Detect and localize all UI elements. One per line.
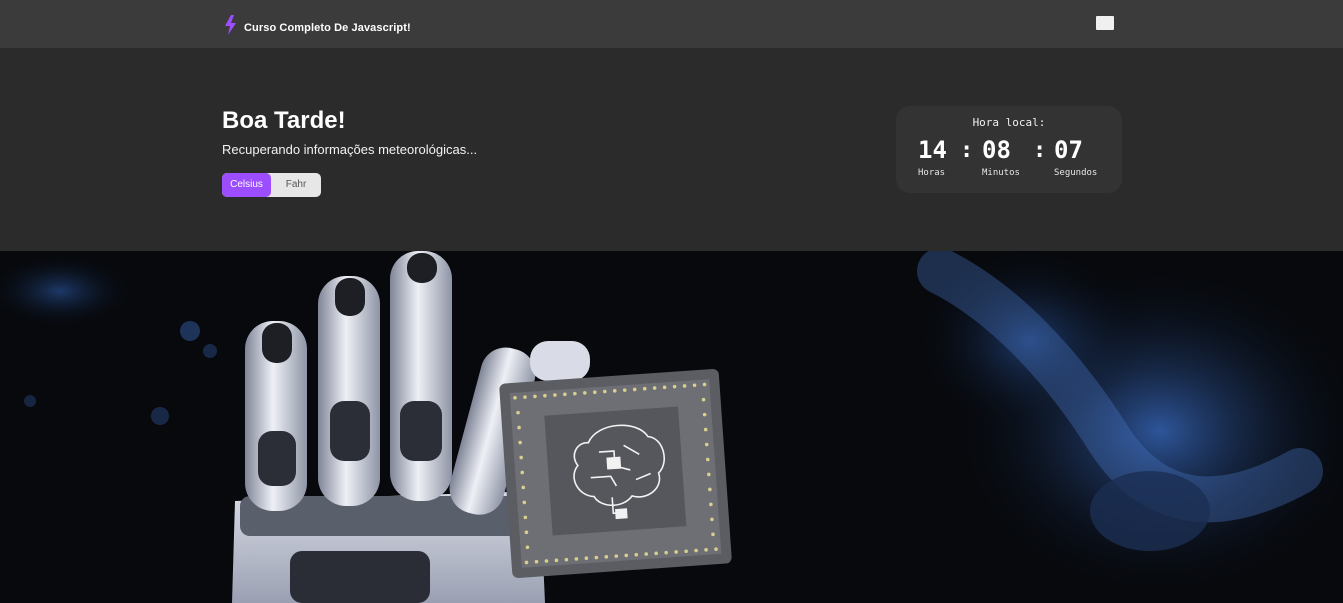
lightning-bolt-icon: [222, 14, 239, 41]
menu-button[interactable]: [1096, 16, 1114, 30]
top-navbar: Curso Completo De Javascript!: [0, 0, 1343, 48]
clock-hours-label: Horas: [918, 168, 946, 178]
celsius-option[interactable]: Celsius: [222, 173, 271, 197]
clock-separator: :: [1033, 138, 1047, 163]
hero-section: [0, 48, 1343, 251]
clock-seconds: 07: [1054, 136, 1083, 164]
clock-title: Hora local:: [972, 116, 1046, 129]
clock-separator: :: [960, 138, 974, 163]
menu-icon: [1096, 16, 1114, 30]
brand[interactable]: Curso Completo De Javascript!: [222, 14, 411, 41]
clock-seconds-label: Segundos: [1054, 168, 1098, 178]
temperature-unit-toggle[interactable]: Celsius Fahr: [222, 173, 321, 197]
greeting-title: Boa Tarde!: [222, 107, 346, 134]
fahrenheit-option[interactable]: Fahr: [271, 173, 321, 197]
banner-image: [0, 251, 1343, 603]
clock-minutes-label: Minutos: [982, 168, 1020, 178]
weather-status: Recuperando informações meteorológicas..…: [222, 142, 478, 157]
clock-hours: 14: [918, 136, 947, 164]
local-clock: Hora local: 14 : 08 : 07 Horas Minutos S…: [896, 106, 1122, 193]
brand-title: Curso Completo De Javascript!: [244, 21, 411, 34]
clock-minutes: 08: [982, 136, 1011, 164]
